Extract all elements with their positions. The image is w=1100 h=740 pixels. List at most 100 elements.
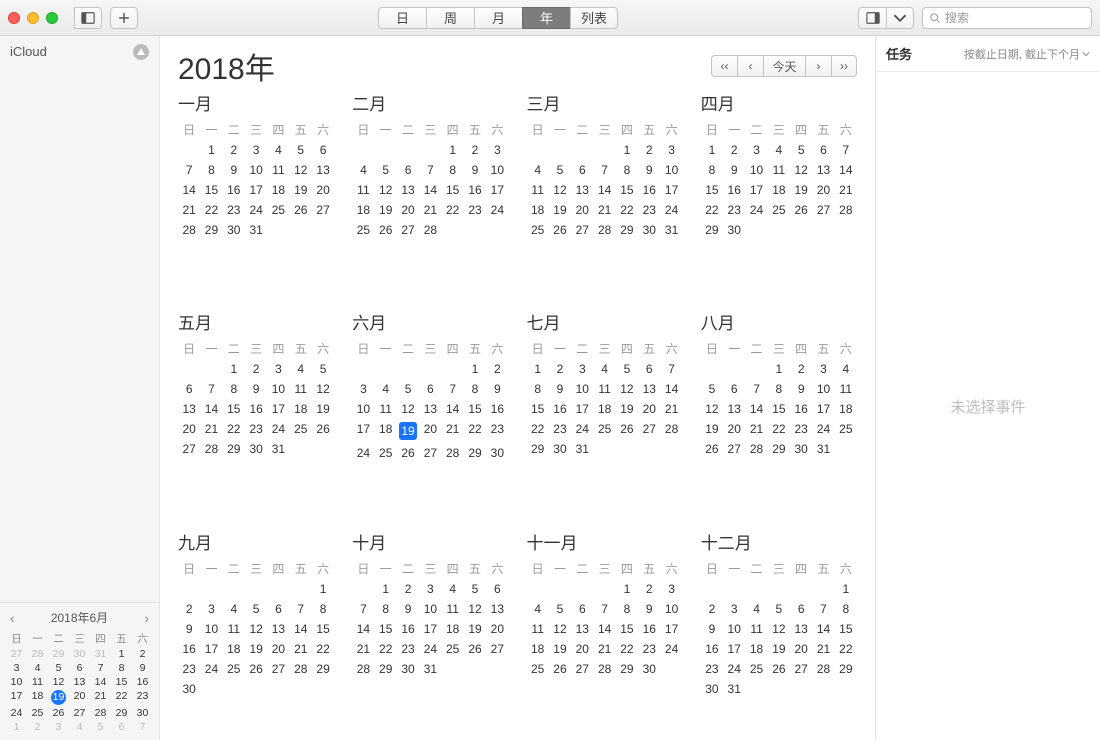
day[interactable]: 10 (245, 160, 267, 180)
day[interactable]: 23 (464, 200, 486, 220)
day[interactable]: 21 (593, 639, 615, 659)
mini-day[interactable]: 29 (111, 706, 132, 720)
day[interactable]: 21 (419, 200, 441, 220)
mini-day[interactable]: 15 (111, 675, 132, 689)
day[interactable]: 20 (812, 180, 834, 200)
day[interactable]: 17 (267, 399, 289, 419)
nav-next-year-button[interactable]: ›› (831, 55, 857, 77)
day[interactable]: 17 (571, 399, 593, 419)
mini-day[interactable]: 16 (132, 675, 153, 689)
day[interactable]: 7 (290, 599, 312, 619)
day[interactable]: 6 (486, 579, 508, 599)
day[interactable]: 4 (593, 359, 615, 379)
day[interactable]: 18 (375, 419, 397, 443)
day[interactable]: 16 (397, 619, 419, 639)
day[interactable]: 14 (593, 619, 615, 639)
day[interactable]: 17 (660, 180, 682, 200)
day[interactable]: 22 (527, 419, 549, 439)
day[interactable]: 10 (812, 379, 834, 399)
day[interactable]: 23 (638, 200, 660, 220)
day[interactable]: 24 (352, 443, 374, 463)
day[interactable]: 2 (397, 579, 419, 599)
day[interactable]: 19 (397, 419, 419, 443)
day[interactable]: 9 (790, 379, 812, 399)
mini-day[interactable]: 25 (27, 706, 48, 720)
day[interactable]: 25 (745, 659, 767, 679)
day[interactable]: 11 (593, 379, 615, 399)
day[interactable]: 19 (549, 200, 571, 220)
day[interactable]: 11 (745, 619, 767, 639)
day[interactable]: 10 (352, 399, 374, 419)
day[interactable]: 11 (527, 619, 549, 639)
day[interactable]: 22 (464, 419, 486, 443)
day[interactable]: 26 (549, 659, 571, 679)
day[interactable]: 24 (245, 200, 267, 220)
day[interactable]: 9 (638, 599, 660, 619)
month[interactable]: 二月日一二三四五六 123456789101112131415161718192… (352, 90, 508, 291)
day[interactable]: 21 (593, 200, 615, 220)
day[interactable]: 1 (701, 140, 723, 160)
mini-day[interactable]: 13 (69, 675, 90, 689)
month[interactable]: 四月日一二三四五六1234567891011121314151617181920… (701, 90, 857, 291)
day[interactable]: 6 (267, 599, 289, 619)
day[interactable]: 23 (178, 659, 200, 679)
day[interactable]: 16 (723, 180, 745, 200)
day[interactable]: 26 (464, 639, 486, 659)
day[interactable]: 3 (723, 599, 745, 619)
day[interactable]: 9 (701, 619, 723, 639)
day[interactable]: 31 (812, 439, 834, 459)
day[interactable]: 18 (835, 399, 857, 419)
day[interactable]: 16 (464, 180, 486, 200)
day[interactable]: 25 (835, 419, 857, 439)
close-window-button[interactable] (8, 12, 20, 24)
day[interactable]: 7 (593, 599, 615, 619)
day[interactable]: 3 (571, 359, 593, 379)
day[interactable]: 17 (723, 639, 745, 659)
day[interactable]: 6 (397, 160, 419, 180)
day[interactable]: 28 (593, 659, 615, 679)
mini-day[interactable]: 5 (48, 661, 69, 675)
day[interactable]: 29 (375, 659, 397, 679)
day[interactable]: 30 (397, 659, 419, 679)
day[interactable]: 16 (638, 180, 660, 200)
day[interactable]: 17 (200, 639, 222, 659)
day[interactable]: 18 (442, 619, 464, 639)
day[interactable]: 31 (419, 659, 441, 679)
day[interactable]: 29 (200, 220, 222, 240)
mini-day-other[interactable]: 30 (69, 647, 90, 661)
day[interactable]: 12 (245, 619, 267, 639)
day[interactable]: 21 (352, 639, 374, 659)
mini-day[interactable]: 14 (90, 675, 111, 689)
day[interactable]: 17 (812, 399, 834, 419)
day[interactable]: 27 (790, 659, 812, 679)
day[interactable]: 20 (486, 619, 508, 639)
day[interactable]: 17 (745, 180, 767, 200)
nav-today-button[interactable]: 今天 (763, 55, 805, 77)
day[interactable]: 13 (812, 160, 834, 180)
day[interactable]: 16 (486, 399, 508, 419)
day[interactable]: 9 (178, 619, 200, 639)
day[interactable]: 11 (835, 379, 857, 399)
day[interactable]: 24 (419, 639, 441, 659)
day[interactable]: 5 (549, 160, 571, 180)
mini-day-other[interactable]: 27 (6, 647, 27, 661)
day[interactable]: 1 (375, 579, 397, 599)
view-tab-2[interactable]: 月 (474, 7, 522, 29)
day[interactable]: 5 (616, 359, 638, 379)
day[interactable]: 18 (527, 200, 549, 220)
day[interactable]: 8 (835, 599, 857, 619)
day[interactable]: 13 (397, 180, 419, 200)
day[interactable]: 16 (638, 619, 660, 639)
day[interactable]: 15 (768, 399, 790, 419)
day[interactable]: 14 (593, 180, 615, 200)
day[interactable]: 5 (290, 140, 312, 160)
nav-prev-year-button[interactable]: ‹‹ (711, 55, 737, 77)
day[interactable]: 13 (267, 619, 289, 639)
day[interactable]: 15 (442, 180, 464, 200)
day[interactable]: 7 (660, 359, 682, 379)
day[interactable]: 9 (723, 160, 745, 180)
day[interactable]: 28 (200, 439, 222, 459)
day[interactable]: 9 (486, 379, 508, 399)
day[interactable]: 26 (290, 200, 312, 220)
nav-next-button[interactable]: › (805, 55, 831, 77)
